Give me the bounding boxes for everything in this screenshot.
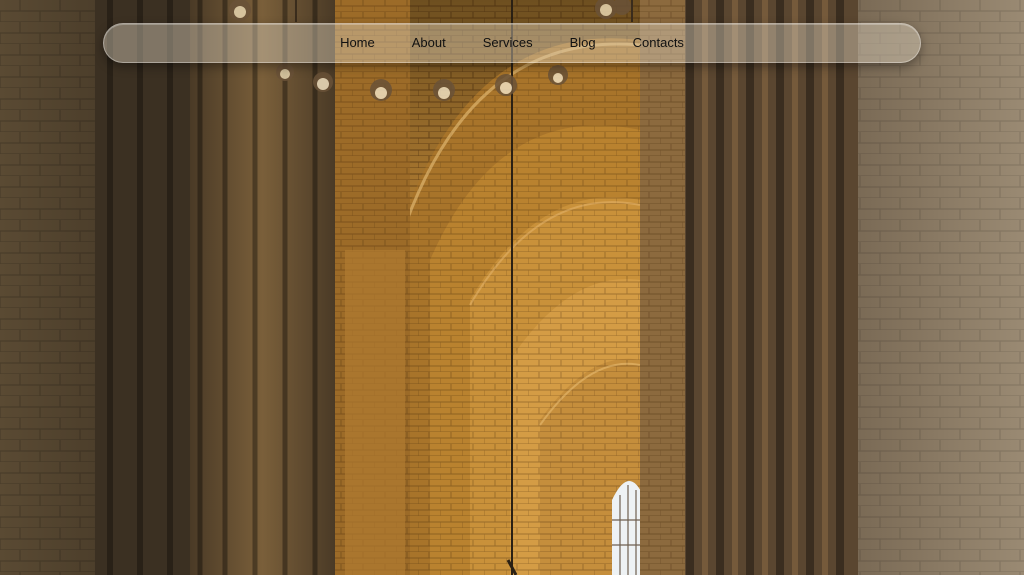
- nav-list: Home About Services Blog Contacts: [322, 23, 703, 63]
- nav-link-services[interactable]: Services: [464, 35, 551, 50]
- nav-link-home[interactable]: Home: [322, 35, 394, 50]
- navigation-bar: Home About Services Blog Contacts: [103, 23, 921, 63]
- nav-link-blog[interactable]: Blog: [551, 35, 614, 50]
- page: Home About Services Blog Contacts: [0, 0, 1024, 575]
- nav-link-contacts[interactable]: Contacts: [614, 35, 702, 50]
- nav-link-about[interactable]: About: [393, 35, 464, 50]
- background-photo-cathedral-arches: [0, 0, 1024, 575]
